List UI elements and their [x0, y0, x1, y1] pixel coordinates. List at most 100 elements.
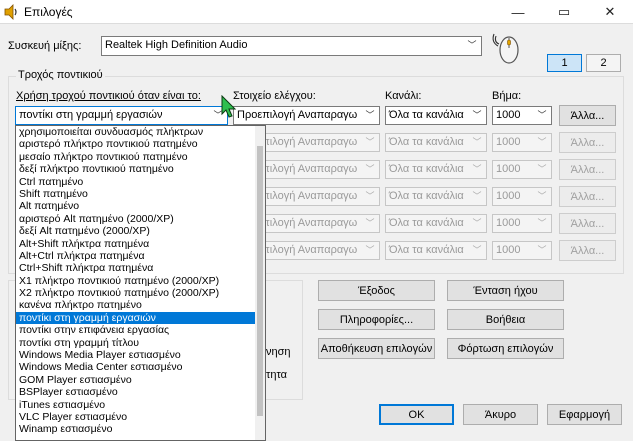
channel-select-1[interactable]: Όλα τα κανάλια ﹀ [385, 106, 487, 125]
step-select-6[interactable]: 1000 ﹀ [492, 241, 552, 260]
channel-header: Κανάλι: [385, 90, 422, 102]
dropdown-item[interactable]: Alt+Shift πλήκτρα πατημένα [16, 238, 265, 250]
more-label: Άλλα... [570, 109, 605, 122]
step-select-4[interactable]: 1000 ﹀ [492, 187, 552, 206]
dropdown-item[interactable]: BSPlayer εστιασμένο [16, 386, 265, 398]
chevron-down-icon: ﹀ [537, 218, 547, 228]
apply-button[interactable]: Εφαρμογή [547, 404, 622, 425]
sound-volume-button[interactable]: Ένταση ήχου [447, 280, 564, 301]
channel-select-5[interactable]: Όλα τα κανάλια ﹀ [385, 214, 487, 233]
chevron-down-icon: ﹀ [472, 191, 482, 201]
dropdown-item[interactable]: μεσαίο πλήκτρο ποντικιού πατημένο [16, 151, 265, 163]
channel-select-6[interactable]: Όλα τα κανάλια ﹀ [385, 241, 487, 260]
channel-value: Όλα τα κανάλια [389, 217, 464, 229]
minimize-button[interactable]: — [495, 0, 541, 24]
step-value: 1000 [496, 163, 521, 175]
dropdown-item[interactable]: Shift πατημένο [16, 188, 265, 200]
group-title: Τροχός ποντικιού [16, 69, 105, 81]
partial-label-2: τητα [266, 369, 288, 381]
restore-icon: ▭ [557, 4, 571, 19]
chevron-down-icon: ﹀ [537, 191, 547, 201]
load-options-button[interactable]: Φόρτωση επιλογών [447, 338, 564, 359]
info-button[interactable]: Πληροφορίες... [318, 309, 435, 330]
more-label: Άλλα... [570, 244, 605, 257]
more-label: Άλλα... [570, 136, 605, 149]
step-select-3[interactable]: 1000 ﹀ [492, 160, 552, 179]
step-select-5[interactable]: 1000 ﹀ [492, 214, 552, 233]
info-label: Πληροφορίες... [339, 313, 414, 326]
window-title: Επιλογές [24, 5, 73, 19]
chevron-down-icon: ﹀ [472, 164, 482, 174]
channel-value: Όλα τα κανάλια [389, 190, 464, 202]
restore-button[interactable]: ▭ [541, 0, 587, 24]
dropdown-item[interactable]: X2 πλήκτρο ποντικιού πατημένο (2000/XP) [16, 287, 265, 299]
usage-select[interactable]: ποντίκι στη γραμμή εργασιών ﹀ [15, 106, 228, 125]
save-options-button[interactable]: Αποθήκευση επιλογών [318, 338, 435, 359]
dropdown-item[interactable]: δεξί πλήκτρο ποντικιού πατημένο [16, 163, 265, 175]
step-select-2[interactable]: 1000 ﹀ [492, 133, 552, 152]
device-select[interactable]: Realtek High Definition Audio ﹀ [101, 36, 482, 56]
dropdown-item[interactable]: κανένα πλήκτρο πατημένο [16, 299, 265, 311]
chevron-down-icon: ﹀ [472, 110, 482, 120]
step-value: 1000 [496, 109, 521, 121]
dropdown-item[interactable]: αριστερό πλήκτρο ποντικιού πατημένο [16, 138, 265, 150]
channel-select-3[interactable]: Όλα τα κανάλια ﹀ [385, 160, 487, 179]
help-button[interactable]: Βοήθεια [447, 309, 564, 330]
device-value: Realtek High Definition Audio [105, 39, 248, 51]
more-button-2[interactable]: Άλλα... [559, 132, 616, 153]
more-button-6[interactable]: Άλλα... [559, 240, 616, 261]
channel-value: Όλα τα κανάλια [389, 136, 464, 148]
exit-label: Έξοδος [358, 284, 395, 297]
more-button-1[interactable]: Άλλα... [559, 105, 616, 126]
dropdown-item[interactable]: ποντίκι στη γραμμή εργασιών [16, 311, 265, 325]
dropdown-scroll-thumb[interactable] [257, 146, 263, 416]
usage-dropdown-list[interactable]: χρησιμοποιείται συνδυασμός πλήκτρων αριστ… [15, 125, 266, 441]
dropdown-item[interactable]: ποντίκι στην επιφάνεια εργασίας [16, 324, 265, 336]
dropdown-item[interactable]: Ctrl πατημένο [16, 176, 265, 188]
step-value: 1000 [496, 190, 521, 202]
step-value: 1000 [496, 217, 521, 229]
step-select-1[interactable]: 1000 ﹀ [492, 106, 552, 125]
close-button[interactable]: ✕ [587, 0, 633, 24]
save-options-label: Αποθήκευση επιλογών [320, 342, 433, 355]
ok-label: ΟΚ [408, 408, 425, 421]
dropdown-item[interactable]: αριστερό Alt πατημένο (2000/XP) [16, 213, 265, 225]
dropdown-item[interactable]: GOM Player εστιασμένο [16, 374, 265, 386]
control-value: Προεπιλογή Αναπαραγω [237, 109, 358, 121]
page-1-label: 1 [561, 57, 568, 69]
dropdown-item[interactable]: χρησιμοποιείται συνδυασμός πλήκτρων [16, 126, 265, 138]
dropdown-item[interactable]: Windows Media Center εστιασμένο [16, 361, 265, 373]
channel-select-2[interactable]: Όλα τα κανάλια ﹀ [385, 133, 487, 152]
dropdown-scrollbar[interactable] [255, 126, 265, 440]
more-button-4[interactable]: Άλλα... [559, 186, 616, 207]
chevron-down-icon: ﹀ [472, 218, 482, 228]
dropdown-item[interactable]: δεξί Alt πατημένο (2000/XP) [16, 225, 265, 237]
page-1-button[interactable]: 1 [547, 54, 582, 72]
cancel-button[interactable]: Άκυρο [463, 404, 538, 425]
chevron-down-icon: ﹀ [537, 164, 547, 174]
mouse-icon [492, 33, 519, 64]
dropdown-item[interactable]: Alt+Ctrl πλήκτρα πατημένα [16, 250, 265, 262]
dropdown-item[interactable]: VLC Player εστιασμένο [16, 411, 265, 423]
control-select-1[interactable]: Προεπιλογή Αναπαραγω ﹀ [233, 106, 380, 125]
chevron-down-icon: ﹀ [365, 191, 375, 201]
dropdown-item[interactable]: Winamp εστιασμένο [16, 423, 265, 435]
chevron-down-icon: ﹀ [365, 164, 375, 174]
dropdown-item[interactable]: X1 πλήκτρο ποντικιού πατημένο (2000/XP) [16, 275, 265, 287]
more-button-5[interactable]: Άλλα... [559, 213, 616, 234]
dropdown-item[interactable]: Alt πατημένο [16, 200, 265, 212]
page-2-label: 2 [600, 57, 607, 69]
cursor-icon [221, 95, 237, 118]
more-label: Άλλα... [570, 217, 605, 230]
exit-button[interactable]: Έξοδος [318, 280, 435, 301]
more-button-3[interactable]: Άλλα... [559, 159, 616, 180]
ok-button[interactable]: ΟΚ [379, 404, 454, 425]
dropdown-item[interactable]: Ctrl+Shift πλήκτρα πατημένα [16, 262, 265, 274]
page-2-button[interactable]: 2 [586, 54, 621, 72]
dropdown-item[interactable]: iTunes εστιασμένο [16, 399, 265, 411]
dropdown-item[interactable]: ποντίκι στη γραμμή τίτλου [16, 337, 265, 349]
usage-header: Χρήση τροχού ποντικιού όταν είναι το: [16, 90, 201, 102]
dropdown-item[interactable]: Windows Media Player εστιασμένο [16, 349, 265, 361]
channel-select-4[interactable]: Όλα τα κανάλια ﹀ [385, 187, 487, 206]
sound-volume-label: Ένταση ήχου [473, 284, 538, 297]
